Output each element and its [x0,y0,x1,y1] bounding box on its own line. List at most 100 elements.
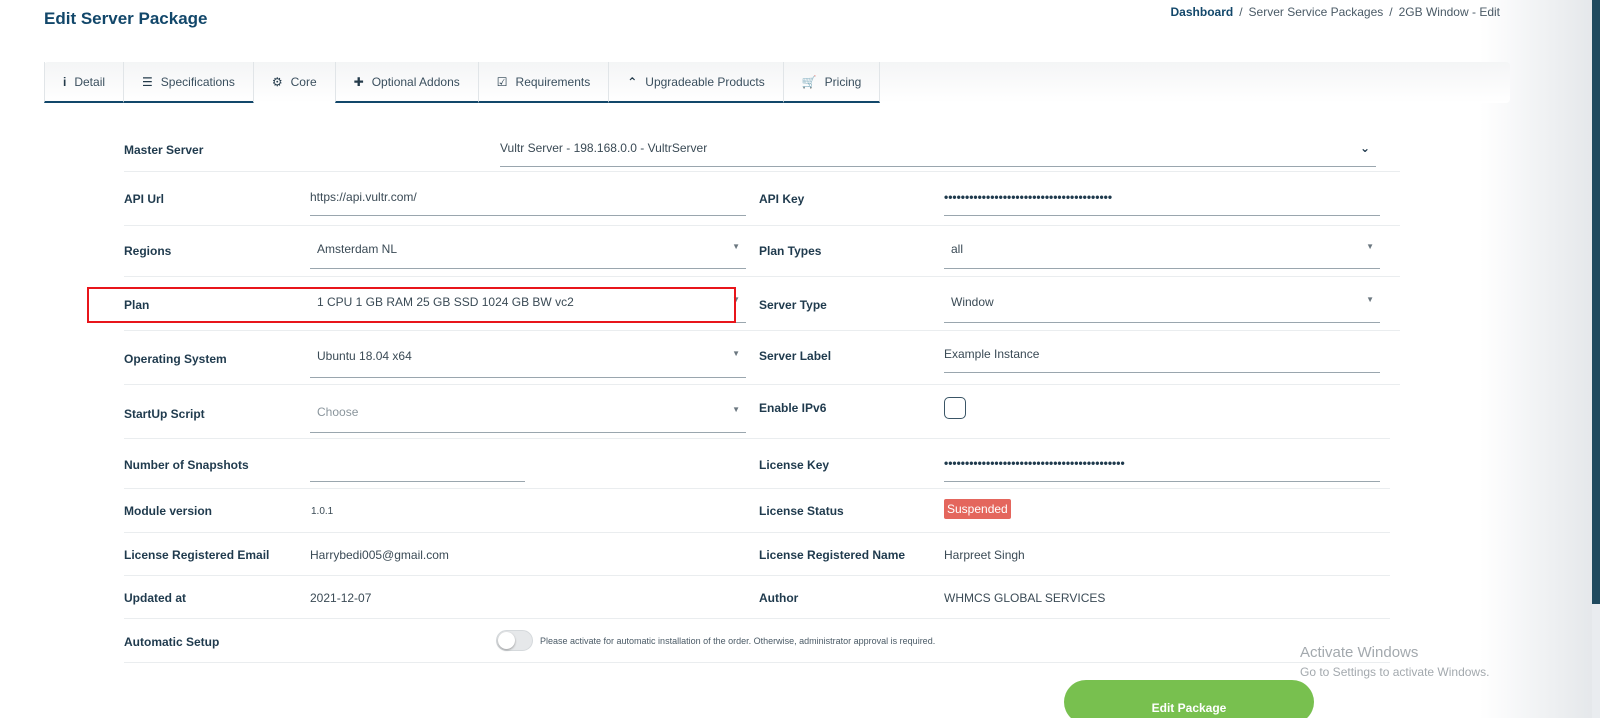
row-license-registered: License Registered Email Harrybedi005@gm… [124,533,1390,576]
row-snapshots: Number of Snapshots License Key ••••••••… [124,439,1390,489]
api-url-input[interactable]: https://api.vultr.com/ [310,190,746,216]
tab-upgradeable-products[interactable]: ⌃ Upgradeable Products [608,62,784,103]
api-key-label: API Key [759,192,805,206]
row-updated-at: Updated at 2021-12-07 Author WHMCS GLOBA… [124,576,1390,619]
tab-requirements[interactable]: ☑ Requirements [477,62,610,103]
license-email-value: Harrybedi005@gmail.com [310,548,449,562]
tab-label: Requirements [515,74,591,89]
info-icon: i [63,74,67,89]
caret-down-icon: ▼ [732,242,740,251]
tab-label: Upgradeable Products [645,74,765,89]
cart-icon: 🛒 [801,74,817,89]
tab-specifications[interactable]: ☰ Specifications [123,62,254,103]
tab-optional-addons[interactable]: ✚ Optional Addons [334,62,479,103]
watermark-subtitle: Go to Settings to activate Windows. [1300,665,1490,679]
license-email-label: License Registered Email [124,548,270,562]
server-type-select[interactable]: Window ▼ [944,295,1380,323]
license-key-label: License Key [759,458,830,472]
row-regions: Regions Amsterdam NL ▼ Plan Types all ▼ [124,226,1400,277]
tab-bar: i Detail ☰ Specifications ⚙ Core ✚ Optional … [44,62,1510,103]
row-operating-system: Operating System Ubuntu 18.04 x64 ▼ Serv… [124,331,1400,385]
automatic-setup-label: Automatic Setup [124,635,220,649]
caret-down-icon: ▼ [1366,242,1374,251]
chevron-down-icon: ⌄ [1359,141,1370,155]
master-server-select[interactable]: Vultr Server - 198.168.0.0 - VultrServer… [500,141,1376,167]
plan-types-label: Plan Types [759,244,822,258]
breadcrumb-separator: / [1389,5,1393,19]
list-icon: ☰ [142,74,153,89]
server-type-value: Window [951,295,994,309]
module-version-value: 1.0.1 [311,506,334,517]
regions-value: Amsterdam NL [317,242,398,256]
plus-icon: ✚ [353,74,364,89]
enable-ipv6-label: Enable IPv6 [759,401,827,415]
watermark-title: Activate Windows [1300,644,1419,661]
module-version-label: Module version [124,504,213,518]
license-status-badge: Suspended [944,499,1011,519]
license-key-value: ••••••••••••••••••••••••••••••••••••••••… [944,456,1125,470]
tab-detail[interactable]: i Detail [44,62,125,103]
startup-script-select[interactable]: Choose ▼ [310,405,746,433]
updated-at-label: Updated at [124,591,187,605]
breadcrumb-packages-link[interactable]: Server Service Packages [1249,5,1384,19]
license-status-label: License Status [759,504,844,518]
caret-down-icon: ▼ [732,405,740,414]
tab-core[interactable]: ⚙ Core [252,62,336,103]
master-server-value: Vultr Server - 198.168.0.0 - VultrServer [500,141,708,155]
license-key-input[interactable]: ••••••••••••••••••••••••••••••••••••••••… [944,456,1380,482]
page-title: Edit Server Package [44,9,208,28]
operating-system-select[interactable]: Ubuntu 18.04 x64 ▼ [310,349,746,378]
license-name-value: Harpreet Singh [944,548,1025,562]
server-label-label: Server Label [759,349,832,363]
activate-windows-watermark: Activate Windows Go to Settings to activ… [1300,644,1489,679]
cogs-icon: ⚙ [271,74,283,89]
server-type-label: Server Type [759,298,827,312]
breadcrumb-dashboard-link[interactable]: Dashboard [1171,5,1234,19]
automatic-setup-toggle[interactable] [496,630,533,651]
row-api: API Url https://api.vultr.com/ API Key •… [124,172,1400,226]
double-chevron-up-icon: ⌃ [627,74,638,89]
server-label-input[interactable]: Example Instance [944,347,1380,373]
caret-down-icon: ▼ [732,349,740,358]
page: Edit Server Package Dashboard / Server Ser… [0,0,1592,718]
tab-label: Optional Addons [371,74,460,89]
server-label-value: Example Instance [944,347,1040,361]
updated-at-value: 2021-12-07 [310,591,372,605]
license-name-label: License Registered Name [759,548,906,562]
check-square-icon: ☑ [496,74,508,89]
caret-down-icon: ▼ [1366,295,1374,304]
operating-system-value: Ubuntu 18.04 x64 [317,349,412,363]
breadcrumb-separator: / [1239,5,1243,19]
automatic-setup-hint: Please activate for automatic installati… [540,636,936,646]
tab-label: Core [290,74,317,89]
operating-system-label: Operating System [124,352,227,366]
api-key-input[interactable]: •••••••••••••••••••••••••••••••••••••••• [944,190,1380,216]
author-value: WHMCS GLOBAL SERVICES [944,591,1106,605]
plan-types-value: all [951,242,964,256]
edit-package-button[interactable]: Edit Package [1064,680,1314,718]
plan-highlight-box [87,287,736,323]
tab-label: Specifications [160,74,235,89]
startup-script-label: StartUp Script [124,407,205,421]
api-url-value: https://api.vultr.com/ [310,190,417,204]
plan-types-select[interactable]: all ▼ [944,242,1380,269]
breadcrumb-current: 2GB Window - Edit [1398,5,1500,19]
regions-select[interactable]: Amsterdam NL ▼ [310,242,746,269]
row-startup-script: StartUp Script Choose ▼ Enable IPv6 [124,385,1390,439]
enable-ipv6-checkbox[interactable] [944,397,966,419]
scrollbar-thumb[interactable] [1592,604,1600,718]
breadcrumb: Dashboard / Server Service Packages / 2GB Wi… [1171,5,1500,19]
tab-pricing[interactable]: 🛒 Pricing [782,62,881,103]
master-server-label: Master Server [124,143,204,157]
row-master-server: Master Server Vultr Server - 198.168.0.0… [124,128,1400,172]
api-url-label: API Url [124,192,165,206]
snapshots-label: Number of Snapshots [124,458,249,472]
tab-label: Detail [74,74,106,89]
author-label: Author [759,591,799,605]
row-module-version: Module version 1.0.1 License Status Susp… [124,489,1390,533]
snapshots-input[interactable] [310,455,525,482]
toggle-knob [498,632,515,649]
scrollbar[interactable] [1592,0,1600,718]
regions-label: Regions [124,244,172,258]
tab-label: Pricing [824,74,862,89]
